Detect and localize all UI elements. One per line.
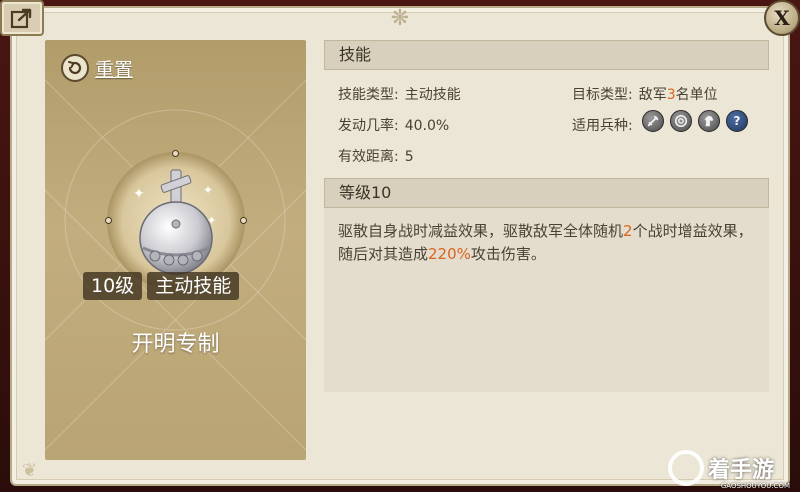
target-type-label: 目标类型: — [572, 87, 633, 103]
orb-scepter-icon: ✦ ✦ ✦ — [133, 169, 216, 275]
trigger-rate-value: 40.0% — [404, 118, 450, 134]
desc-text: 攻击伤害。 — [470, 245, 546, 263]
exit-arrow-icon — [10, 8, 32, 29]
horse-icon[interactable] — [698, 110, 720, 132]
svg-text:✦: ✦ — [203, 183, 213, 197]
target-count: 3 — [666, 87, 676, 103]
sword-icon[interactable] — [642, 110, 664, 132]
back-button[interactable] — [0, 0, 44, 36]
reset-label: 重置 — [95, 58, 134, 81]
watermark-url: GAOSHOUYOU.COM — [720, 482, 790, 490]
skill-type-label: 技能类型: — [338, 87, 399, 103]
desc-buff-count: 2 — [623, 222, 633, 240]
unit-types-row: 适用兵种: — [572, 115, 633, 135]
trigger-rate-row: 发动几率: 40.0% — [338, 115, 449, 135]
unit-types-label: 适用兵种: — [572, 118, 633, 134]
exclusive-commander-label: 开明专制 — [131, 332, 220, 357]
range-value: 5 — [404, 149, 414, 165]
svg-text:✦: ✦ — [133, 186, 145, 202]
corner-ornament-icon: ❦ — [22, 460, 38, 481]
skill-tags: 10级 主动技能 — [83, 272, 240, 300]
skill-section-header: 技能 — [324, 40, 769, 70]
skill-type-tag: 主动技能 — [147, 272, 240, 300]
desc-damage-percent: 220% — [428, 245, 471, 263]
watermark-logo-icon — [668, 450, 704, 486]
skill-card: 重置 ✦ ✦ ✦ 10级 主动技能 开明专制 — [45, 40, 306, 460]
desc-text: 驱散自身战时减益效果，驱散敌军全体随机 — [338, 222, 624, 240]
reset-icon — [61, 54, 89, 82]
skill-type-row: 技能类型: 主动技能 — [338, 84, 461, 104]
trigger-rate-label: 发动几率: — [338, 118, 399, 134]
bow-target-icon[interactable] — [670, 110, 692, 132]
level-tag: 10级 — [83, 272, 143, 300]
close-icon: X — [774, 6, 790, 30]
close-button[interactable]: X — [764, 0, 800, 36]
panel-top-ornament-icon: ❋ — [390, 6, 410, 31]
question-icon[interactable]: ? — [726, 110, 748, 132]
range-row: 有效距离: 5 — [338, 146, 414, 166]
reset-button[interactable]: 重置 — [61, 54, 133, 82]
skill-description: 驱散自身战时减益效果，驱散敌军全体随机2个战时增益效果，随后对其造成220%攻击… — [324, 208, 769, 392]
skill-type-value: 主动技能 — [404, 87, 461, 103]
level-section-header: 等级10 — [324, 178, 769, 208]
svg-text:✦: ✦ — [207, 214, 216, 227]
target-type-value: 敌军3名单位 — [638, 87, 718, 103]
target-type-row: 目标类型: 敌军3名单位 — [572, 84, 718, 104]
watermark-text: 着手游 — [708, 458, 775, 483]
unit-type-icons: ? — [642, 110, 748, 132]
skill-emblem-frame: ✦ ✦ ✦ — [105, 150, 247, 290]
range-label: 有效距离: — [338, 149, 399, 165]
watermark: 着手游 GAOSHOUYOU.COM — [668, 446, 796, 490]
